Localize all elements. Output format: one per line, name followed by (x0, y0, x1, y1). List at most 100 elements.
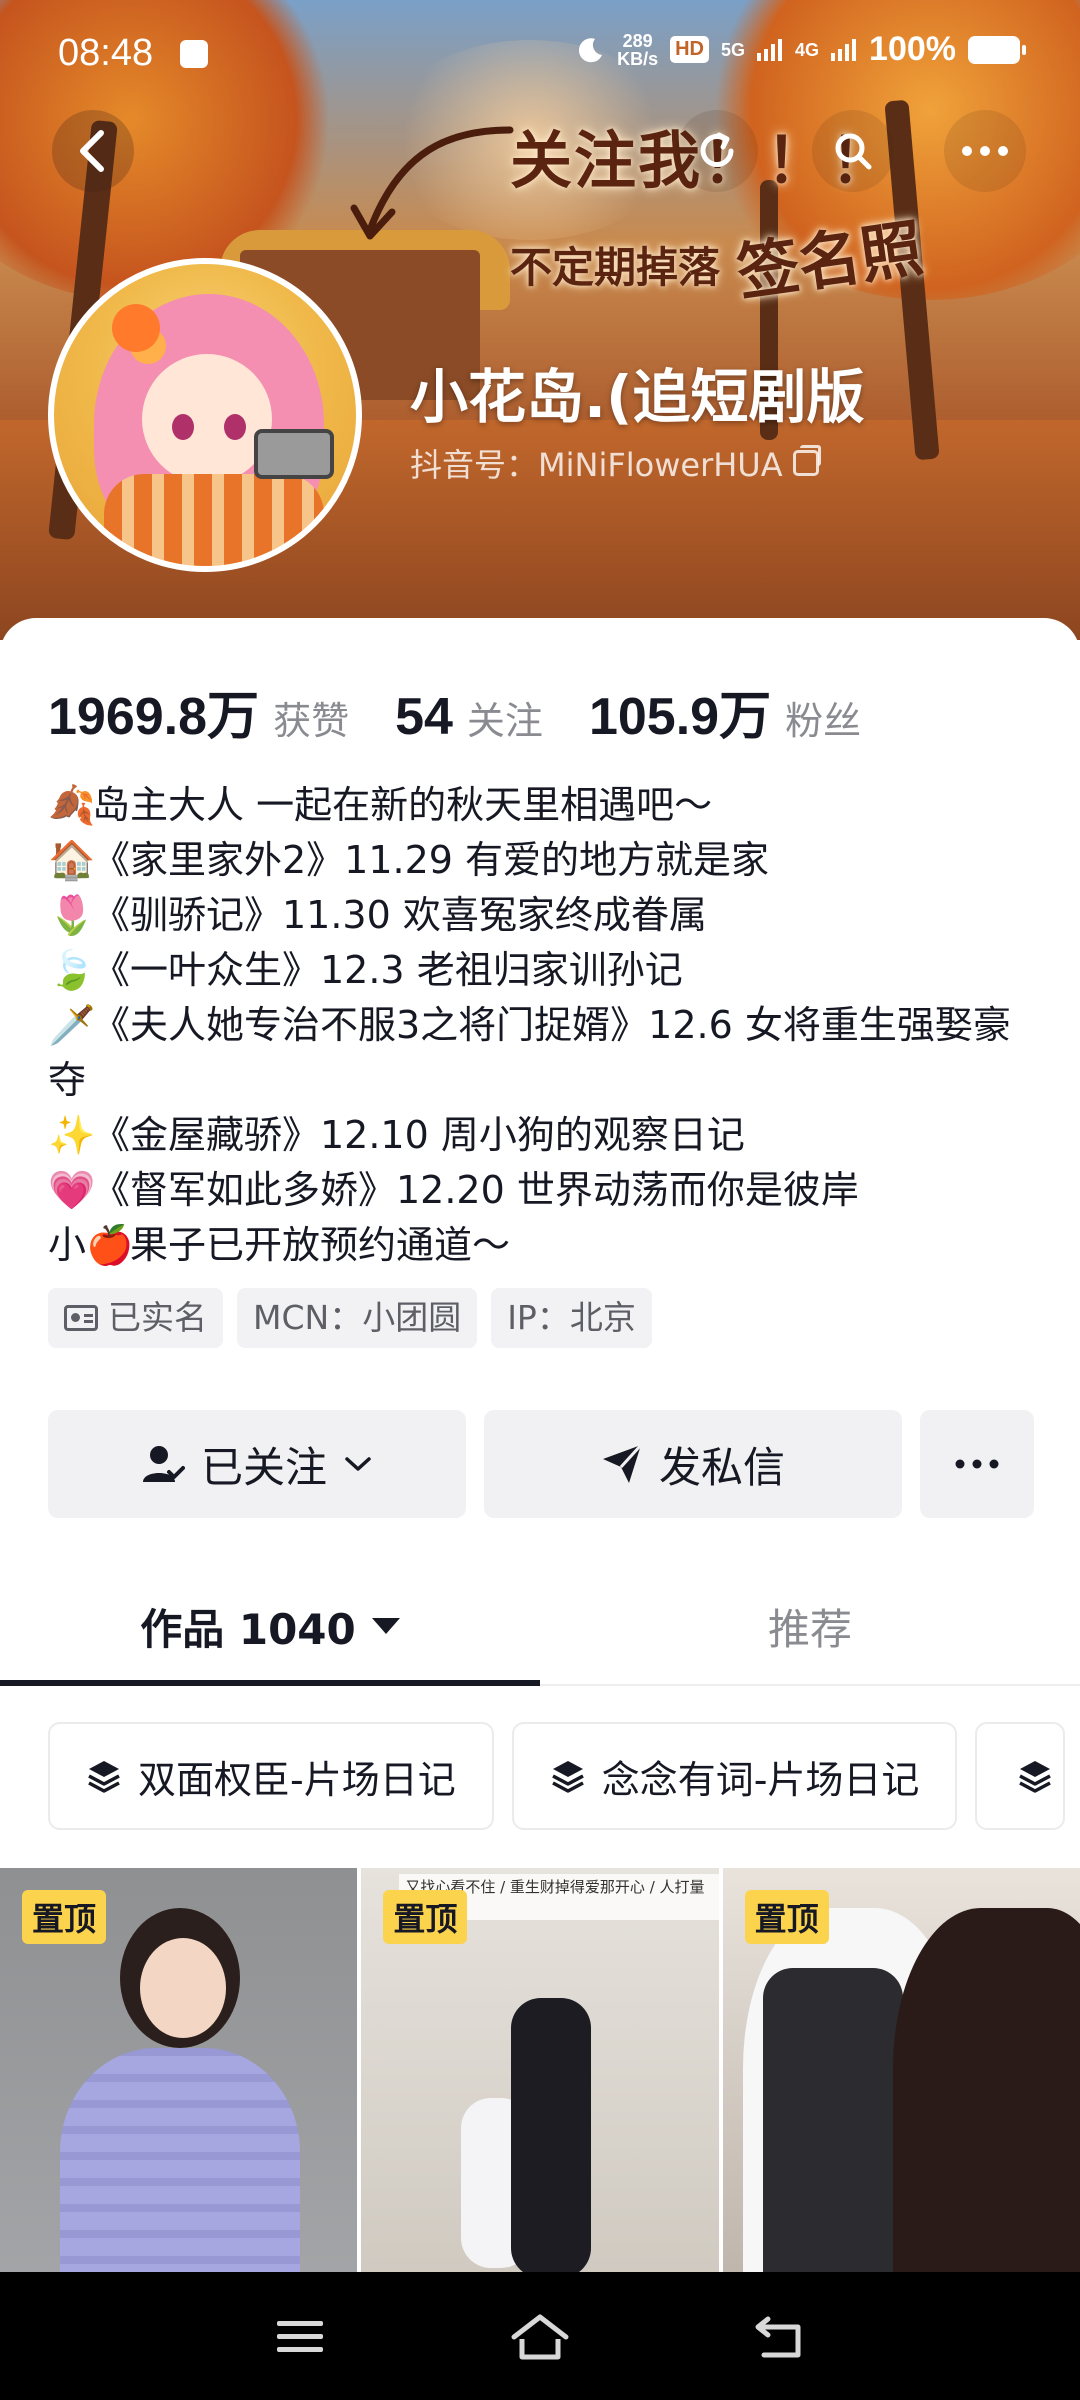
profile-bio: 🍂岛主大人 一起在新的秋天里相遇吧～ 🏠《家里家外2》11.29 有爱的地方就是… (48, 778, 1048, 1273)
home-button[interactable] (505, 2302, 575, 2372)
followed-button-label: 已关注 (200, 1442, 327, 1492)
video-thumbnail[interactable]: 置顶 (0, 1868, 358, 2288)
avatar-flower (112, 304, 160, 352)
stat-following-value: 54 (395, 688, 453, 746)
layers-icon (551, 1761, 584, 1793)
tab-works-label: 作品 1040 (140, 1604, 356, 1654)
sim-card-icon (180, 40, 208, 68)
avatar[interactable] (48, 258, 362, 572)
banner-drop-text: 不定期掉落 (510, 243, 721, 292)
bio-line-text: 果子已开放预约通道～ (130, 1223, 511, 1267)
douyin-id[interactable]: 抖音号：MiNiFlowerHUA (410, 440, 821, 486)
bio-line: 🌷《驯骄记》11.30 欢喜冤家终成眷属 (48, 888, 1048, 943)
tulip-icon: 🌷 (48, 893, 96, 937)
thumbnail-figure (140, 1938, 226, 2038)
stat-following[interactable]: 54 关注 (395, 687, 543, 747)
sparkles-icon: ✨ (48, 1113, 96, 1157)
ip-tag: IP：北京 (491, 1288, 652, 1348)
back-arrow-icon (755, 2316, 801, 2358)
moon-icon (579, 37, 603, 62)
thumbnail-figure (762, 1968, 903, 2288)
avatar-camera (254, 429, 334, 479)
profile-nickname: 小花岛.(追短剧版 (410, 363, 865, 431)
profile-content: 1969.8万 获赞 54 关注 105.9万 粉丝 🍂岛主大人 一起在新的秋天… (0, 618, 1080, 2288)
signal-4g-icon: 4G (795, 39, 820, 60)
pinned-badge: 置顶 (22, 1890, 107, 1944)
stat-likes-value: 1969.8万 (48, 688, 260, 746)
house-icon: 🏠 (48, 838, 96, 882)
bio-line-text: 岛主大人 一起在新的秋天里相遇吧～ (92, 783, 713, 827)
battery-percent: 100% (869, 30, 956, 68)
status-indicators: 289 KB/s HD 5G 4G 100% (575, 30, 1026, 69)
copy-icon[interactable] (792, 445, 821, 476)
avatar-sweater (104, 474, 324, 566)
stat-likes-label: 获赞 (273, 699, 350, 743)
mcn-tag[interactable]: MCN：小团圆 (237, 1288, 478, 1348)
dagger-icon: 🗡️ (48, 1003, 96, 1047)
status-time: 08:48 (58, 32, 154, 74)
net-speed-unit: KB/s (617, 48, 659, 69)
verified-tag-label: 已实名 (108, 1298, 207, 1337)
search-icon (835, 133, 872, 170)
collection-chip-label: 双面权臣-片场日记 (138, 1757, 456, 1802)
thumbnail-figure (60, 2048, 300, 2288)
avatar-eye (172, 414, 194, 440)
stat-likes[interactable]: 1969.8万 获赞 (48, 674, 349, 749)
more-dots-icon (962, 146, 1008, 156)
stat-followers-value: 105.9万 (588, 688, 772, 746)
net-speed-value: 289 (622, 30, 653, 51)
growing-heart-icon: 💗 (48, 1168, 96, 1212)
more-actions-button[interactable] (920, 1410, 1034, 1518)
stat-following-label: 关注 (466, 699, 543, 743)
back-button[interactable] (52, 110, 134, 192)
tab-active-indicator (0, 1680, 540, 1686)
collection-chips: 双面权臣-片场日记 念念有词-片场日记 (48, 1722, 1066, 1830)
collection-chip[interactable] (975, 1722, 1066, 1830)
layers-icon (1019, 1761, 1052, 1793)
profile-actions: 已关注 发私信 (48, 1410, 1034, 1518)
tab-recommend[interactable]: 推荐 (540, 1566, 1080, 1686)
signal-bars-icon (757, 38, 783, 61)
status-bar: 08:48 289 KB/s HD 5G 4G 100% (0, 0, 1080, 110)
net-speed: 289 KB/s (617, 32, 658, 68)
douyin-id-text: 抖音号：MiNiFlowerHUA (410, 446, 783, 484)
bio-line: 小🍎果子已开放预约通道～ (48, 1218, 1048, 1273)
stat-followers[interactable]: 105.9万 粉丝 (589, 674, 861, 749)
pinned-badge: 置顶 (383, 1890, 468, 1944)
thumbnail-figure (892, 1908, 1080, 2288)
video-grid: 置顶 又找心看不住 / 重生财掉得爱那开心 / 人打量的目光 置顶 置顶 (0, 1868, 1080, 2288)
menu-icon (277, 2321, 323, 2352)
followed-button[interactable]: 已关注 (48, 1410, 466, 1518)
send-message-button[interactable]: 发私信 (484, 1410, 902, 1518)
profile-tabs: 作品 1040 推荐 (0, 1566, 1080, 1686)
user-check-icon (142, 1446, 185, 1482)
hd-badge: HD (670, 36, 709, 63)
chevron-down-icon (345, 1457, 371, 1471)
pinned-badge: 置顶 (744, 1890, 829, 1944)
verified-tag[interactable]: 已实名 (48, 1288, 223, 1348)
home-icon (511, 2314, 569, 2360)
refresh-button[interactable] (676, 110, 758, 192)
chevron-left-icon (80, 130, 104, 172)
banner-sign-photo-text: 签名照 (732, 211, 927, 310)
bio-line: 🏠《家里家外2》11.29 有爱的地方就是家 (48, 833, 1048, 888)
tab-works[interactable]: 作品 1040 (0, 1566, 540, 1686)
recent-apps-button[interactable] (265, 2302, 335, 2372)
video-thumbnail[interactable]: 又找心看不住 / 重生财掉得爱那开心 / 人打量的目光 置顶 (361, 1868, 719, 2288)
collection-chip[interactable]: 念念有词-片场日记 (511, 1722, 958, 1830)
caret-down-icon (371, 1618, 400, 1634)
tab-recommend-label: 推荐 (767, 1604, 852, 1654)
system-back-button[interactable] (745, 2302, 815, 2372)
send-icon (602, 1443, 643, 1483)
collection-chip-label: 念念有词-片场日记 (601, 1757, 920, 1802)
maple-leaf-icon: 🍂 (48, 783, 96, 827)
profile-tags: 已实名 MCN：小团圆 IP：北京 (48, 1288, 652, 1348)
video-thumbnail[interactable]: 置顶 (722, 1868, 1080, 2288)
layers-icon (88, 1761, 120, 1793)
collection-chip[interactable]: 双面权臣-片场日记 (48, 1722, 494, 1830)
bio-line: 🍂岛主大人 一起在新的秋天里相遇吧～ (48, 778, 1048, 833)
search-button[interactable] (812, 110, 894, 192)
more-options-button[interactable] (944, 110, 1026, 192)
banner-drop-sign-text: 不定期掉落 签名照 (510, 210, 927, 309)
id-card-icon (64, 1305, 98, 1331)
